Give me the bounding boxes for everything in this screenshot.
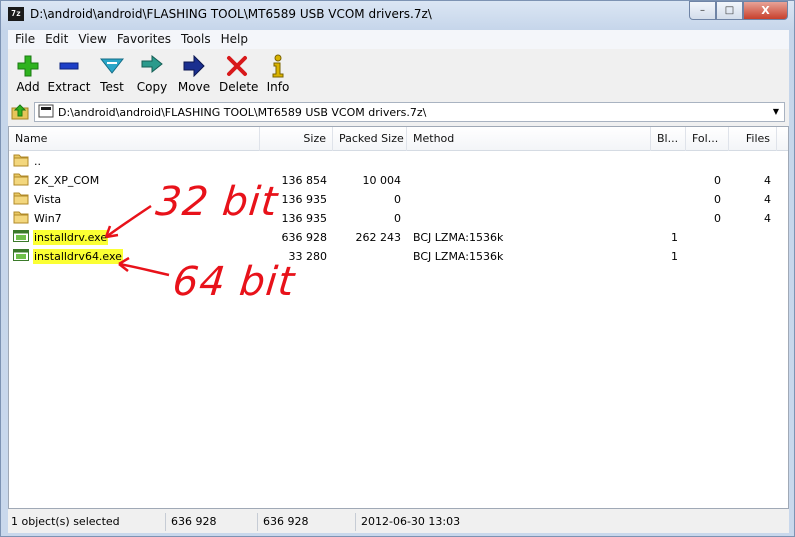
annotation-64-bit: 64 bit <box>170 259 298 305</box>
annotation-arrows <box>104 204 170 277</box>
annotation-32-bit: 32 bit <box>153 179 281 225</box>
app-window: 7z D:\android\android\FLASHING TOOL\MT65… <box>0 0 795 537</box>
